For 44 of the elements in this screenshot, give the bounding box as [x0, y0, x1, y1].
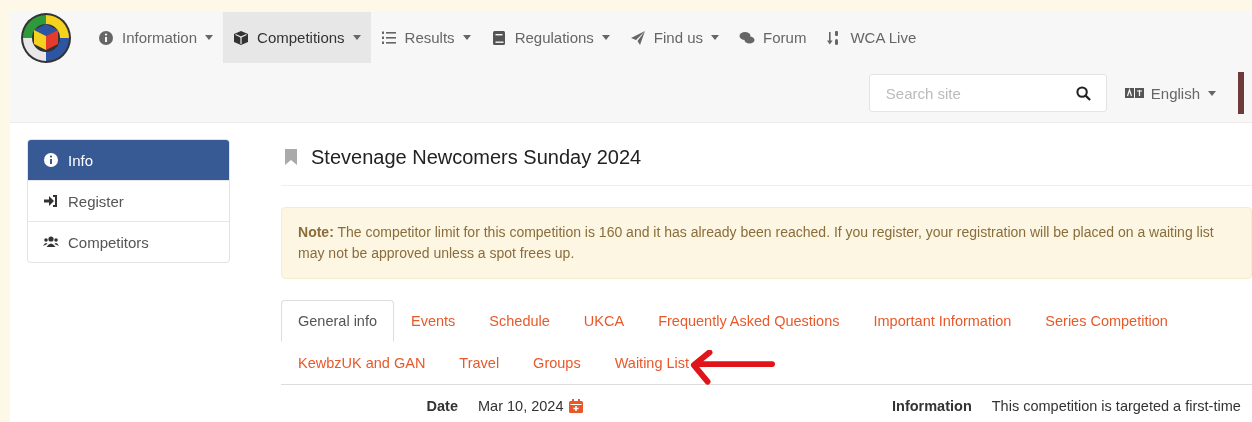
- tab[interactable]: Important Information: [856, 300, 1029, 342]
- nav-link[interactable]: Find us: [619, 12, 730, 63]
- nav-link[interactable]: Competitions: [223, 12, 371, 63]
- nav-link[interactable]: Regulations: [480, 12, 620, 63]
- nav-link[interactable]: Forum: [729, 12, 817, 63]
- search-icon[interactable]: [1075, 86, 1091, 101]
- detail-value: This competition is targeted a first-time: [991, 398, 1241, 414]
- tab[interactable]: Events: [394, 300, 473, 342]
- calendar-icon[interactable]: [569, 399, 584, 413]
- list-icon: [380, 29, 397, 46]
- note-text: Note: The competitor limit for this competition is 160 and it has already been reached. If you register, your registration will be placed on a waiting list may not be approved unless a spot frees up.: [298, 223, 1215, 263]
- detail-value: Mar 10, 2024: [478, 398, 564, 414]
- signin-icon: [43, 193, 59, 209]
- info-icon: [98, 29, 114, 46]
- logo-icon[interactable]: [20, 12, 72, 64]
- language-icon: [1124, 87, 1145, 99]
- tab[interactable]: Groups: [516, 342, 598, 384]
- tab[interactable]: KewbzUK and GAN: [281, 342, 443, 384]
- language-selector[interactable]: English: [1124, 84, 1216, 102]
- tab[interactable]: Travel: [442, 342, 517, 384]
- chat-icon: [739, 29, 756, 46]
- cube-icon: [233, 29, 250, 46]
- tab[interactable]: Waiting List: [597, 342, 707, 384]
- tab[interactable]: Series Competition: [1028, 300, 1185, 342]
- nav-link[interactable]: Results: [370, 12, 481, 63]
- users-icon: [43, 234, 59, 250]
- detail-label: Date: [425, 398, 458, 414]
- tab[interactable]: Frequently Asked Questions: [641, 300, 857, 342]
- nav-link[interactable]: WCA Live: [816, 12, 927, 63]
- sidebar-item[interactable]: Info: [28, 140, 229, 180]
- book-icon: [490, 29, 507, 46]
- tab[interactable]: General info: [281, 300, 394, 342]
- nav-link[interactable]: Information: [88, 12, 224, 63]
- plane-icon: [629, 29, 646, 46]
- info-icon: [43, 152, 59, 168]
- detail-label: Information: [892, 398, 972, 414]
- sidebar-item[interactable]: Competitors: [28, 221, 229, 262]
- bookmark-icon: [285, 149, 297, 165]
- tab[interactable]: Schedule: [472, 300, 567, 342]
- search-field[interactable]: Search site: [868, 74, 1107, 112]
- competition-title: Stevenage Newcomers Sunday 2024: [311, 145, 642, 169]
- caret-icon: [1208, 90, 1216, 96]
- sidebar-item[interactable]: Register: [28, 180, 229, 221]
- tab[interactable]: UKCA: [566, 300, 642, 342]
